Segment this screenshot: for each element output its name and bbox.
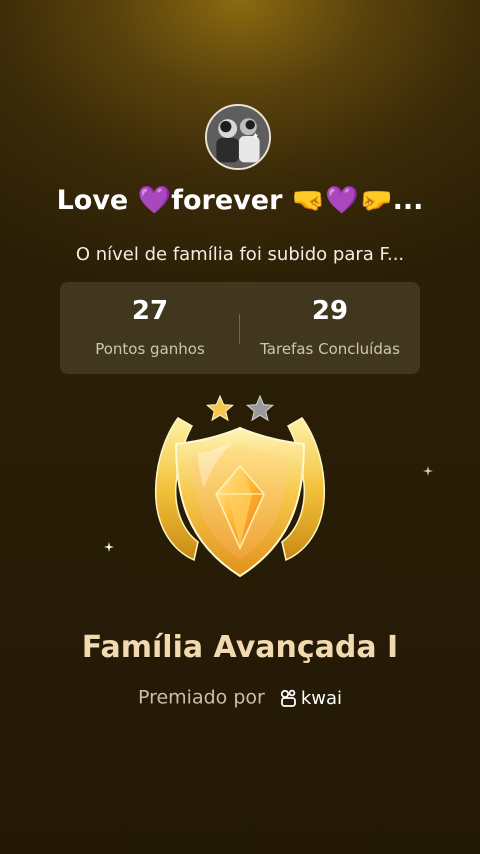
kwai-logo-icon (280, 689, 296, 707)
user-display-name: Love 💜forever 🤜💜🤛... (56, 185, 424, 216)
points-stat: 27 Pontos ganhos (60, 282, 240, 374)
brand-name: kwai (300, 687, 343, 709)
tasks-value: 29 (311, 296, 349, 326)
points-label: Pontos ganhos (95, 340, 205, 358)
awarded-by-label: Premiado por (137, 686, 265, 709)
sparkle-icon (104, 542, 114, 552)
avatar-photo: ★ (207, 106, 269, 168)
sparkle-icon (423, 466, 433, 476)
brand-badge: kwai (279, 687, 342, 709)
gold-shield-gem-icon (154, 417, 326, 578)
points-value: 27 (131, 296, 169, 326)
awarded-by: Premiado por kwai (40, 686, 440, 709)
tasks-label: Tarefas Concluídas (260, 340, 400, 358)
user-avatar[interactable]: ★ (205, 104, 271, 170)
level-up-message: O nível de família foi subido para F... (75, 244, 405, 265)
stats-panel: 27 Pontos ganhos 29 Tarefas Concluídas (60, 282, 420, 374)
family-level-title: Família Avançada I (81, 630, 399, 665)
svg-text:★: ★ (252, 131, 259, 140)
tasks-stat: 29 Tarefas Concluídas (240, 282, 420, 374)
